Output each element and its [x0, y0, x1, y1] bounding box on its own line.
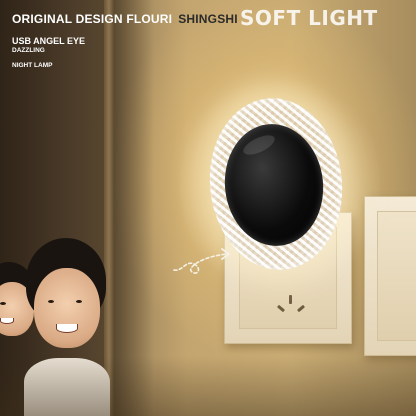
product-line: USB ANGEL EYE — [12, 36, 86, 46]
soft-light-badge: SOFT LIGHT — [240, 6, 378, 30]
arrow-doodle-icon — [173, 248, 230, 274]
tag-dazzling: DAZZLING — [12, 47, 45, 54]
floor-shadow — [0, 356, 416, 416]
brand-heading: ORIGINAL DESIGN FLOURI SHINGSHI — [12, 12, 238, 26]
wall-shadow — [114, 0, 154, 416]
brand-primary: ORIGINAL DESIGN FLOURI — [12, 12, 173, 26]
brand-secondary: SHINGSHI — [178, 12, 238, 26]
tag-night-lamp: NIGHT LAMP — [12, 62, 53, 69]
product-photo: ORIGINAL DESIGN FLOURI SHINGSHI USB ANGEL… — [0, 0, 416, 416]
